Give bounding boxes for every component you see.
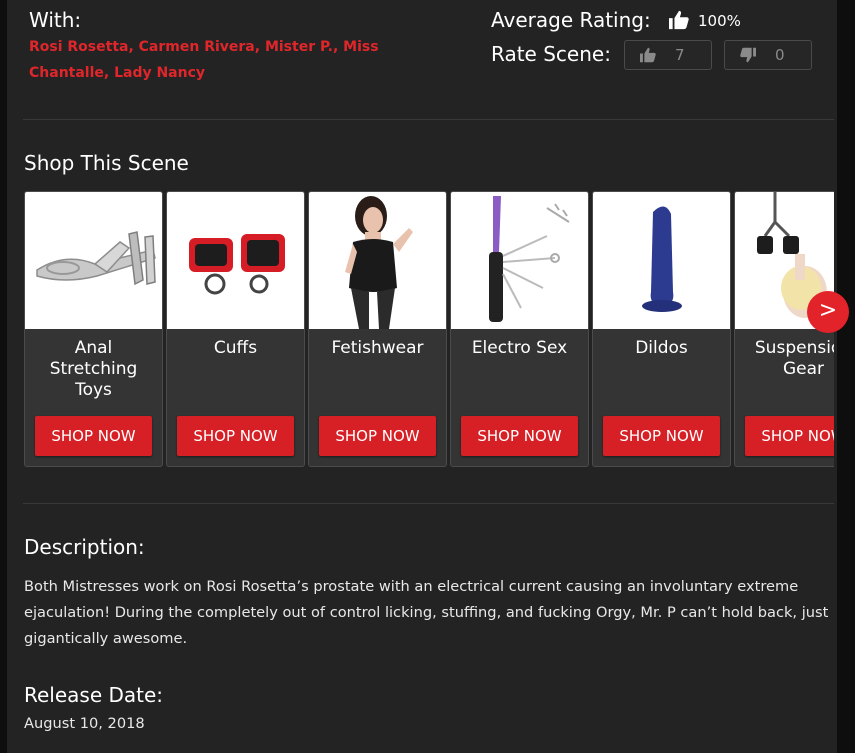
product-name[interactable]: Suspension Gear xyxy=(739,338,834,380)
shop-section-title: Shop This Scene xyxy=(24,151,189,175)
shop-now-button[interactable]: SHOP NOW xyxy=(177,416,294,456)
product-card-anal-stretching-toys[interactable]: Anal Stretching Toys SHOP NOW xyxy=(24,191,163,467)
product-card-cuffs[interactable]: Cuffs SHOP NOW xyxy=(166,191,305,467)
product-name[interactable]: Electro Sex xyxy=(455,338,584,359)
thumbs-up-button[interactable]: 7 xyxy=(624,40,712,70)
carousel-next-arrow[interactable]: > xyxy=(807,291,849,333)
product-name[interactable]: Dildos xyxy=(597,338,726,359)
average-rating-label: Average Rating: xyxy=(491,8,651,32)
product-card-electro-sex[interactable]: Electro Sex SHOP NOW xyxy=(450,191,589,467)
with-label: With: xyxy=(29,8,82,32)
product-name[interactable]: Fetishwear xyxy=(313,338,442,359)
speculum-image xyxy=(36,231,156,286)
scene-details-panel: With: Rosi Rosetta, Carmen Rivera, Miste… xyxy=(7,0,837,753)
product-image[interactable] xyxy=(593,192,730,329)
cast-links[interactable]: Rosi Rosetta, Carmen Rivera, Mister P., … xyxy=(29,34,389,86)
product-card-fetishwear[interactable]: Fetishwear SHOP NOW xyxy=(308,191,447,467)
divider xyxy=(23,119,834,120)
product-card-dildos[interactable]: Dildos SHOP NOW xyxy=(592,191,731,467)
description-text: Both Mistresses work on Rosi Rosetta’s p… xyxy=(24,578,829,647)
shop-now-button[interactable]: SHOP NOW xyxy=(35,416,152,456)
rate-scene-label: Rate Scene: xyxy=(491,42,611,66)
product-name[interactable]: Cuffs xyxy=(171,338,300,359)
release-date-title: Release Date: xyxy=(24,683,164,707)
thumbs-up-icon xyxy=(669,10,689,30)
product-image[interactable] xyxy=(167,192,304,329)
product-image[interactable] xyxy=(309,192,446,329)
thumbs-up-count: 7 xyxy=(675,46,685,64)
thumbs-down-icon xyxy=(740,47,756,63)
product-image[interactable] xyxy=(25,192,162,329)
fetishwear-model-image xyxy=(345,196,413,329)
shop-now-button[interactable]: SHOP NOW xyxy=(319,416,436,456)
shop-now-button[interactable]: SHOP NOW xyxy=(745,416,834,456)
dildo-image xyxy=(642,206,682,312)
thumbs-up-icon xyxy=(640,47,656,63)
electro-wand-image xyxy=(489,196,570,322)
description-title: Description: xyxy=(24,535,145,559)
shop-now-button[interactable]: SHOP NOW xyxy=(603,416,720,456)
thumbs-down-button[interactable]: 0 xyxy=(724,40,812,70)
product-carousel: Anal Stretching Toys SHOP NOW Cuffs SHOP… xyxy=(24,191,834,468)
average-rating-value: 100% xyxy=(698,12,741,30)
divider xyxy=(23,503,834,504)
thumbs-down-count: 0 xyxy=(775,46,785,64)
product-image[interactable] xyxy=(451,192,588,329)
cuffs-image xyxy=(189,234,285,295)
product-name[interactable]: Anal Stretching Toys xyxy=(29,338,158,401)
release-date-value: August 10, 2018 xyxy=(24,715,145,732)
shop-now-button[interactable]: SHOP NOW xyxy=(461,416,578,456)
